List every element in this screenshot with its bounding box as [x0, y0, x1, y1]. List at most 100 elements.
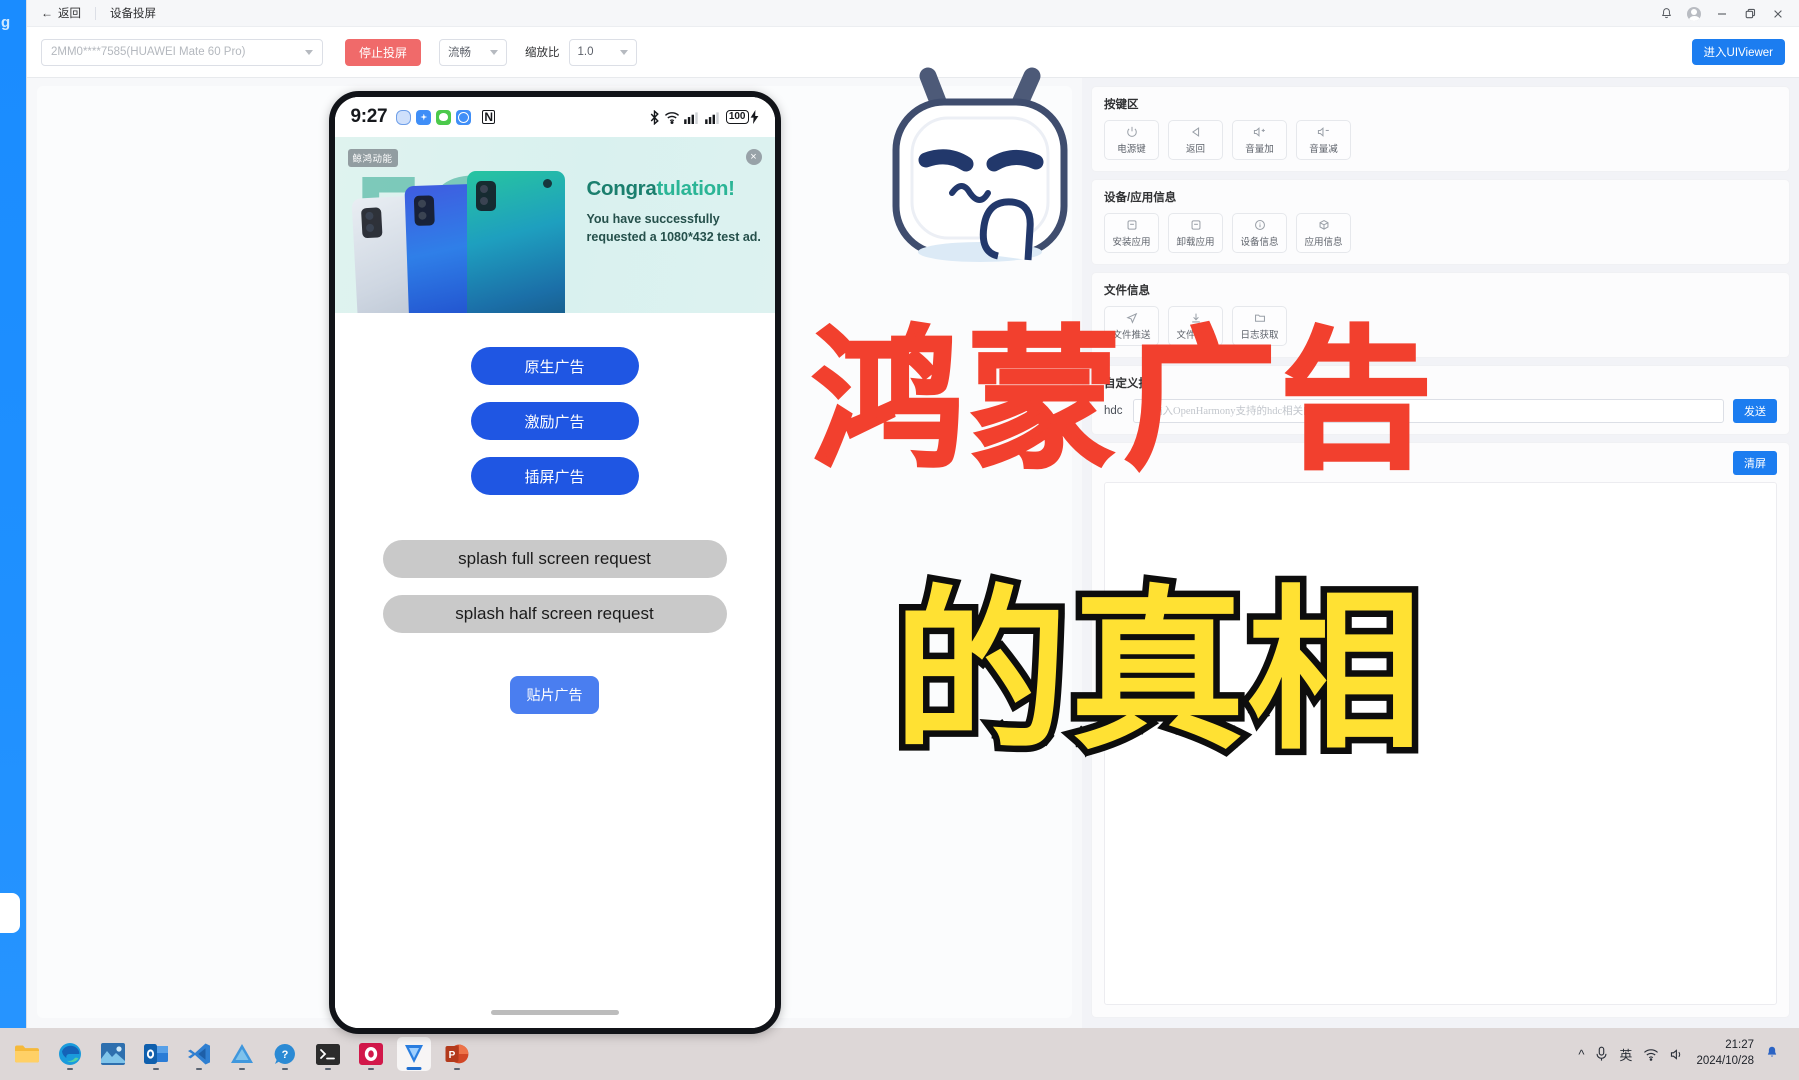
volume-icon[interactable] — [1670, 1048, 1685, 1061]
background-window-label: g — [1, 14, 11, 31]
background-window-card — [0, 893, 20, 933]
screen-mirror-pane: 9:27 N 100 鲸鸿动能 × Congratulation! You ha… — [27, 78, 1082, 1034]
volume-down-button[interactable]: 音量减 — [1296, 120, 1351, 160]
app-window: ← 返回 设备投屏 2MM0****7585(HUAWEI Mate 60 Pr… — [26, 0, 1799, 1034]
taskbar-item-file-explorer[interactable] — [10, 1037, 44, 1071]
device-info-button[interactable]: 设备信息 — [1232, 213, 1287, 253]
windows-taskbar: ? P ^ 英 21:27 2024/10/28 — [0, 1028, 1799, 1080]
ad-badge: 鲸鸿动能 — [347, 149, 398, 167]
key-section: 按键区 电源键 返回 音量加 音量减 — [1091, 86, 1790, 172]
volume-up-button[interactable]: 音量加 — [1232, 120, 1287, 160]
app-blue-rounded-icon — [396, 109, 412, 125]
ime-indicator[interactable]: 英 — [1619, 1045, 1632, 1064]
taskbar-item-microsoft-edge[interactable] — [53, 1037, 87, 1071]
taskbar-time: 21:27 — [1725, 1039, 1754, 1052]
app-compass-icon — [456, 109, 472, 125]
ad-copy: Congratulation! You have successfully re… — [587, 177, 767, 246]
device-select[interactable]: 2MM0****7585(HUAWEI Mate 60 Pro) — [41, 38, 323, 66]
window-controls — [1653, 0, 1791, 27]
ad-close-icon[interactable]: × — [745, 149, 762, 165]
tray-bell-icon[interactable] — [1765, 1045, 1779, 1063]
app-info-button[interactable]: 应用信息 — [1296, 213, 1351, 253]
native-ad-button[interactable]: 原生广告 — [470, 347, 639, 385]
status-app-icons — [396, 109, 472, 125]
patch-ad-button[interactable]: 贴片广告 — [510, 676, 599, 714]
app-body: 9:27 N 100 鲸鸿动能 × Congratulation! You ha… — [27, 78, 1799, 1034]
home-indicator[interactable] — [490, 1010, 619, 1015]
ad-title: Congratulation! — [587, 177, 767, 201]
close-button[interactable] — [1765, 2, 1791, 26]
ad-title-part2: tulation! — [656, 177, 735, 200]
minimize-button[interactable] — [1709, 2, 1735, 26]
taskbar-clock[interactable]: 21:27 2024/10/28 — [1696, 1038, 1754, 1069]
custom-command-row: hdc 发送 — [1104, 399, 1777, 423]
ad-banner[interactable]: 鲸鸿动能 × 5G Congratulation! You have succe… — [334, 137, 775, 313]
zoom-ratio-select[interactable]: 1.0 — [568, 38, 637, 66]
back-button[interactable]: ← 返回 — [41, 5, 81, 21]
taskbar-item-media-app[interactable] — [354, 1037, 388, 1071]
interstitial-ad-button[interactable]: 插屏广告 — [470, 457, 639, 495]
stop-mirroring-button[interactable]: 停止投屏 — [345, 38, 422, 66]
back-triangle-icon — [1190, 126, 1202, 139]
hdc-command-input[interactable] — [1132, 399, 1724, 423]
log-toolbar: 清屏 — [1104, 451, 1777, 475]
device-select-value: 2MM0****7585(HUAWEI Mate 60 Pro) — [51, 46, 246, 58]
back-label: 返回 — [58, 8, 81, 20]
titlebar-divider — [95, 6, 96, 20]
wifi-icon[interactable] — [1643, 1048, 1659, 1061]
ad-phone-artwork — [350, 171, 595, 313]
ad-title-part1: Congra — [586, 177, 657, 200]
install-app-button[interactable]: 安装应用 — [1104, 213, 1159, 253]
info-circle-icon — [1254, 219, 1266, 232]
phone-screen: 9:27 N 100 鲸鸿动能 × Congratulation! You ha… — [334, 97, 775, 1028]
enter-uiviewer-button[interactable]: 进入UIViewer — [1691, 39, 1785, 65]
file-fetch-button[interactable]: 文件获取 — [1168, 306, 1223, 346]
clear-screen-button[interactable]: 清屏 — [1733, 451, 1777, 475]
custom-command-title: 自定义指令 — [1104, 378, 1162, 390]
splash-full-screen-request-button[interactable]: splash full screen request — [382, 540, 727, 578]
taskbar-item-powerpoint[interactable]: P — [440, 1037, 474, 1071]
control-panel: 按键区 电源键 返回 音量加 音量减 设备/应用信息 安装应用 卸载应用 设备信… — [1082, 78, 1799, 1028]
device-app-info-section: 设备/应用信息 安装应用 卸载应用 设备信息 应用信息 — [1091, 179, 1790, 265]
taskbar-item-deveco-studio[interactable] — [225, 1037, 259, 1071]
tray-chevron-up-icon[interactable]: ^ — [1578, 1047, 1584, 1062]
avatar[interactable] — [1681, 2, 1707, 26]
quality-select[interactable]: 流畅 — [439, 38, 508, 66]
volume-down-label: 音量减 — [1309, 143, 1338, 155]
send-command-button[interactable]: 发送 — [1733, 399, 1777, 423]
ad-description: You have successfully requested a 1080*4… — [586, 212, 761, 245]
restore-button[interactable] — [1737, 2, 1763, 26]
mic-icon[interactable] — [1595, 1046, 1608, 1062]
phone-status-bar: 9:27 N 100 — [334, 97, 775, 137]
battery-icon: 100 — [725, 110, 759, 124]
zoom-ratio-value: 1.0 — [577, 46, 594, 58]
taskbar-item-devtool-v[interactable] — [397, 1037, 431, 1071]
chevron-down-icon — [619, 49, 628, 55]
taskbar-item-terminal[interactable] — [311, 1037, 345, 1071]
splash-half-screen-request-button[interactable]: splash half screen request — [382, 595, 727, 633]
app-blue-star-icon — [416, 109, 432, 125]
page-title: 设备投屏 — [110, 8, 156, 20]
back-key-button[interactable]: 返回 — [1168, 120, 1223, 160]
device-app-info-buttons: 安装应用 卸载应用 设备信息 应用信息 — [1104, 213, 1777, 253]
install-icon — [1126, 219, 1138, 232]
taskbar-item-image-viewer[interactable] — [96, 1037, 130, 1071]
ad-phone-green — [466, 171, 565, 313]
rewarded-ad-button[interactable]: 激励广告 — [470, 402, 639, 440]
taskbar-item-outlook[interactable] — [139, 1037, 173, 1071]
uninstall-app-button[interactable]: 卸载应用 — [1168, 213, 1223, 253]
bell-icon[interactable] — [1653, 2, 1679, 26]
file-push-button[interactable]: 文件推送 — [1104, 306, 1159, 346]
power-button[interactable]: 电源键 — [1104, 120, 1159, 160]
app-wechat-icon — [436, 109, 452, 125]
avatar-icon — [1687, 6, 1701, 21]
wifi-icon — [664, 111, 680, 124]
chevron-down-icon — [490, 49, 499, 55]
taskbar-item-help-assistant[interactable]: ? — [268, 1037, 302, 1071]
log-output-box[interactable] — [1104, 482, 1777, 1005]
phone-mirror[interactable]: 9:27 N 100 鲸鸿动能 × Congratulation! You ha… — [328, 91, 781, 1034]
taskbar-item-vs-code[interactable] — [182, 1037, 216, 1071]
key-section-title: 按键区 — [1104, 99, 1139, 111]
folder-icon — [1254, 312, 1266, 325]
log-fetch-button[interactable]: 日志获取 — [1232, 306, 1287, 346]
